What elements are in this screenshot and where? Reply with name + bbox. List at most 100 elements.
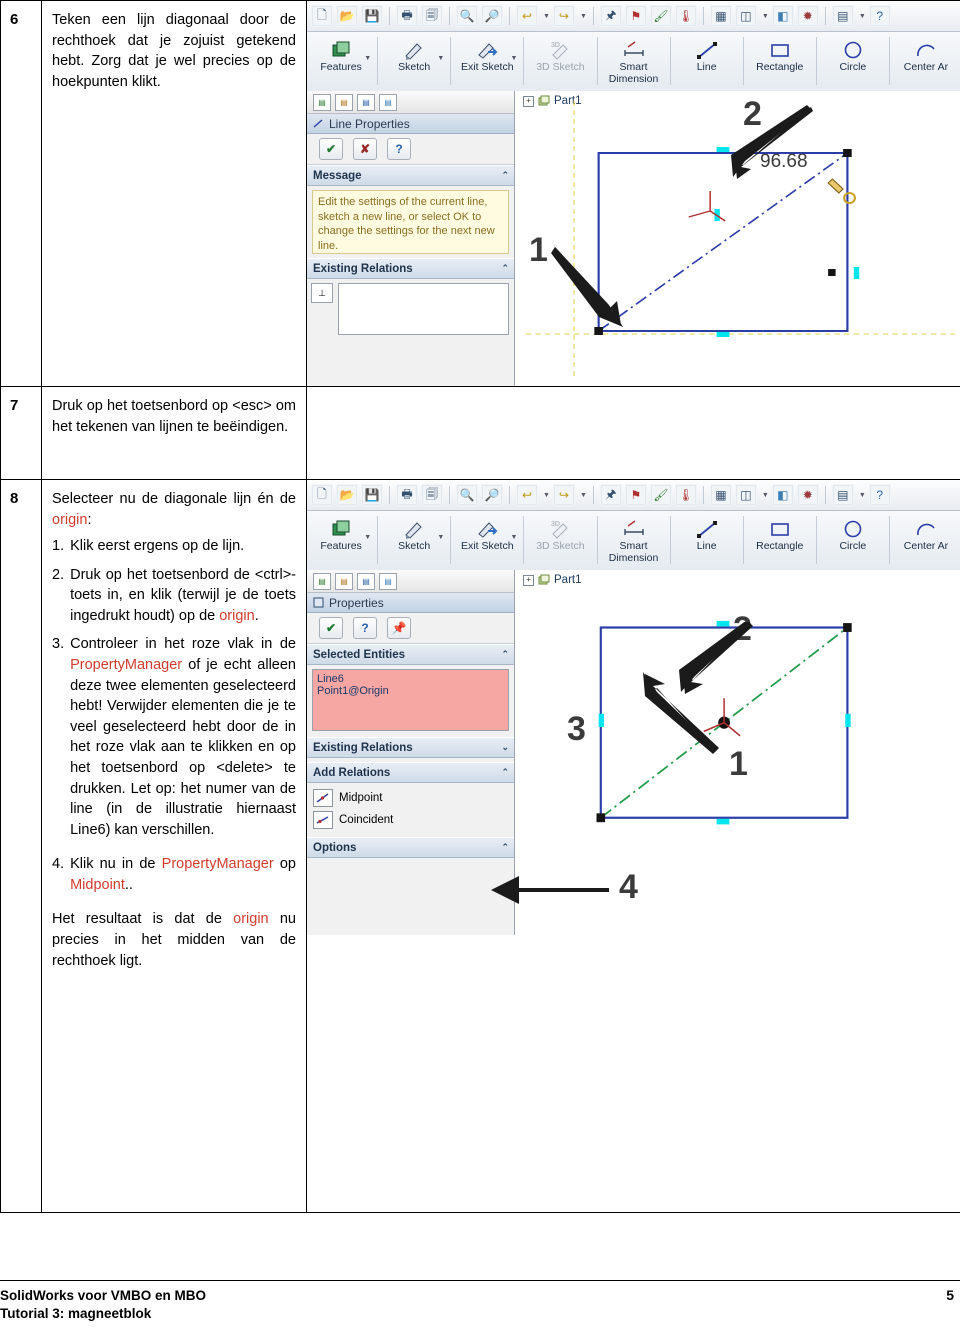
new-document-icon[interactable]: 🗋 [311,5,333,27]
chevron-down-icon[interactable]: ⌄ [501,742,509,753]
help-icon[interactable]: ? [868,484,891,506]
section-header-existing-relations[interactable]: Existing Relations ⌃ [307,258,514,279]
edit-appearance-icon[interactable]: 🖌 [649,484,672,506]
ok-button[interactable]: ✔ [319,138,343,160]
print-icon[interactable]: 🖶 [396,5,418,27]
property-manager-tab-icon[interactable]: ▤ [335,572,353,590]
window-dropdown-icon[interactable]: ▼ [859,492,866,499]
chevron-up-icon[interactable]: ⌃ [501,649,509,660]
help-button[interactable]: ? [387,138,411,160]
ribbon-button-smart-dimension[interactable]: Smart Dimension [599,514,667,566]
undo-icon[interactable]: ↩ [516,484,538,506]
section-header-add-relations[interactable]: Add Relations ⌃ [307,762,514,783]
ribbon-button-features[interactable]: Features ▼ [307,514,375,566]
apply-scene-icon[interactable]: ✹ [796,5,819,27]
feature-manager-tab-icon[interactable]: ▤ [313,93,331,111]
help-button[interactable]: ? [353,617,377,639]
section-header-options[interactable]: Options ⌃ [307,837,514,858]
select-icon[interactable]: 🖈 [599,5,622,27]
edit-appearance-icon[interactable]: 🖌 [649,5,672,27]
window-icon[interactable]: ▤ [831,5,854,27]
ribbon-button-exit-sketch[interactable]: Exit Sketch ▼ [453,35,521,87]
ribbon-button-rectangle[interactable]: Rectangle [746,35,814,87]
hide-show-icon[interactable]: ◧ [771,5,794,27]
chevron-down-icon[interactable]: ▼ [364,55,371,62]
print-icon[interactable]: 🖶 [396,484,418,506]
keep-visible-button[interactable]: 📌 [387,617,411,639]
chevron-down-icon[interactable]: ▼ [437,534,444,541]
print-preview-icon[interactable]: 🗐 [421,484,443,506]
add-relation-coincident[interactable]: Coincident [307,809,514,831]
save-icon[interactable]: 💾 [361,484,383,506]
chevron-down-icon[interactable]: ▼ [510,55,517,62]
undo-dropdown-icon[interactable]: ▼ [543,492,550,499]
selected-entity-point1-origin[interactable]: Point1@Origin [317,685,504,697]
undo-dropdown-icon[interactable]: ▼ [543,13,550,20]
ribbon-button-centerpoint-arc[interactable]: Center Ar [892,35,960,87]
window-dropdown-icon[interactable]: ▼ [859,13,866,20]
ribbon-button-sketch[interactable]: Sketch ▼ [380,35,448,87]
section-header-existing-relations[interactable]: Existing Relations ⌄ [307,737,514,758]
open-icon[interactable]: 📂 [336,484,358,506]
ok-button[interactable]: ✔ [319,617,343,639]
configuration-manager-tab-icon[interactable]: ▤ [357,93,375,111]
existing-relations-list[interactable] [338,283,509,335]
display-style-icon[interactable]: ◫ [734,484,757,506]
print-preview-icon[interactable]: 🗐 [421,5,443,27]
ribbon-button-line[interactable]: Line [673,35,741,87]
undo-icon[interactable]: ↩ [516,5,538,27]
selected-entity-line6[interactable]: Line6 [317,673,504,685]
section-header-message[interactable]: Message ⌃ [307,165,514,186]
selected-entities-list[interactable]: Line6 Point1@Origin [312,669,509,731]
select-icon[interactable]: 🖈 [599,484,622,506]
property-manager-tab-icon[interactable]: ▤ [335,93,353,111]
window-icon[interactable]: ▤ [831,484,854,506]
chevron-up-icon[interactable]: ⌃ [501,842,509,853]
redo-icon[interactable]: ↪ [552,5,575,27]
chevron-up-icon[interactable]: ⌃ [501,263,509,274]
display-style-dropdown-icon[interactable]: ▼ [762,13,769,20]
ribbon-button-3d-sketch[interactable]: 3D 3D Sketch [526,35,594,87]
zoom-area-icon[interactable]: 🔎 [481,484,503,506]
display-style-dropdown-icon[interactable]: ▼ [762,492,769,499]
view-orientation-icon[interactable]: ▦ [709,484,732,506]
ribbon-button-rectangle[interactable]: Rectangle [746,514,814,566]
display-manager-tab-icon[interactable]: ▤ [379,572,397,590]
ribbon-button-circle[interactable]: Circle [819,514,887,566]
zoom-to-fit-icon[interactable]: 🔍 [456,484,478,506]
ribbon-button-circle[interactable]: Circle [819,35,887,87]
zoom-area-icon[interactable]: 🔎 [481,5,503,27]
hide-show-icon[interactable]: ◧ [771,484,794,506]
configuration-manager-tab-icon[interactable]: ▤ [357,572,375,590]
add-relation-midpoint[interactable]: Midpoint [307,787,514,809]
ribbon-button-3d-sketch[interactable]: 3D 3D Sketch [526,514,594,566]
redo-icon[interactable]: ↪ [552,484,575,506]
save-icon[interactable]: 💾 [361,5,383,27]
ribbon-button-line[interactable]: Line [673,514,741,566]
chevron-up-icon[interactable]: ⌃ [501,767,509,778]
cancel-button[interactable]: ✘ [353,138,377,160]
redo-dropdown-icon[interactable]: ▼ [580,492,587,499]
ribbon-button-features[interactable]: Features ▼ [307,35,375,87]
ribbon-button-centerpoint-arc[interactable]: Center Ar [892,514,960,566]
section-header-selected-entities[interactable]: Selected Entities ⌃ [307,644,514,665]
ribbon-button-exit-sketch[interactable]: Exit Sketch ▼ [453,514,521,566]
display-manager-tab-icon[interactable]: ▤ [379,93,397,111]
chevron-down-icon[interactable]: ▼ [437,55,444,62]
chevron-down-icon[interactable]: ▼ [364,534,371,541]
measure-icon[interactable]: 🌡 [674,484,697,506]
display-style-icon[interactable]: ◫ [734,5,757,27]
zoom-to-fit-icon[interactable]: 🔍 [456,5,478,27]
chevron-up-icon[interactable]: ⌃ [501,170,509,181]
rebuild-icon[interactable]: ⚑ [624,5,647,27]
ribbon-button-sketch[interactable]: Sketch ▼ [380,514,448,566]
redo-dropdown-icon[interactable]: ▼ [580,13,587,20]
feature-manager-tab-icon[interactable]: ▤ [313,572,331,590]
apply-scene-icon[interactable]: ✹ [796,484,819,506]
chevron-down-icon[interactable]: ▼ [510,534,517,541]
rebuild-icon[interactable]: ⚑ [624,484,647,506]
graphics-area-top[interactable]: + Part1 96.68 2 1 [515,91,960,386]
ribbon-button-smart-dimension[interactable]: Smart Dimension [599,35,667,87]
view-orientation-icon[interactable]: ▦ [709,5,732,27]
measure-icon[interactable]: 🌡 [674,5,697,27]
